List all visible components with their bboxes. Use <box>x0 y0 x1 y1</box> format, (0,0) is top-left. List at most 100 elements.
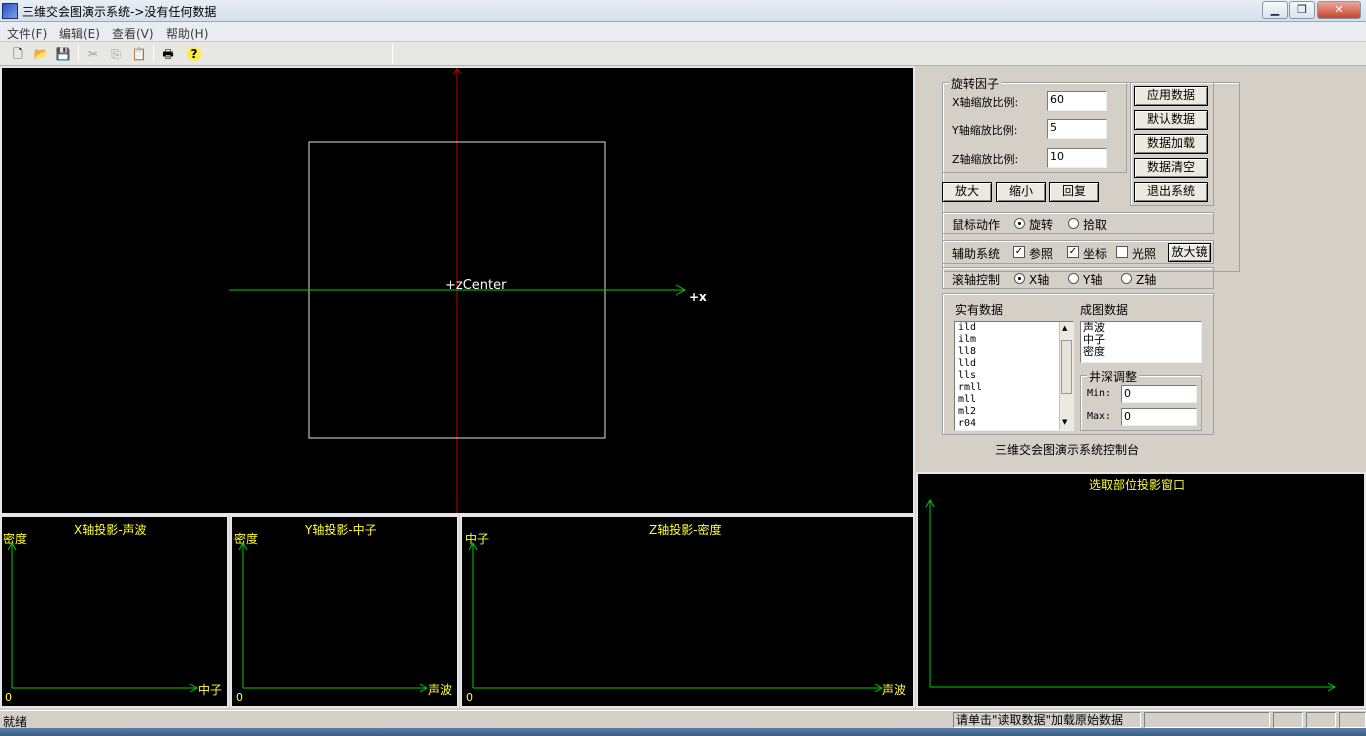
console-title: 三维交会图演示系统控制台 <box>995 443 1140 457</box>
apply-data-button[interactable]: 应用数据 <box>1134 86 1208 106</box>
copy-icon[interactable]: ⎘ <box>107 45 125 63</box>
scroll-y-label: Y轴 <box>1083 273 1103 287</box>
list-item[interactable]: mll <box>955 394 1073 406</box>
toolbar-separator <box>78 46 79 62</box>
reference-label: 参照 <box>1029 247 1054 261</box>
save-icon[interactable]: 💾 <box>54 45 72 63</box>
x-projection-axes <box>7 541 199 693</box>
max-label: Max: <box>1087 411 1112 422</box>
status-cell <box>1273 712 1303 728</box>
scroll-control-group: 滚轴控制 X轴 Y轴 Z轴 <box>942 267 1214 289</box>
list-item[interactable]: r04 <box>955 418 1073 430</box>
light-label: 光照 <box>1132 247 1157 261</box>
zoom-in-button[interactable]: 放大 <box>942 182 992 202</box>
default-data-button[interactable]: 默认数据 <box>1134 110 1208 130</box>
list-item[interactable]: rmll <box>955 382 1073 394</box>
list-item[interactable]: ll8 <box>955 346 1073 358</box>
menu-view[interactable]: 查看(V) <box>112 25 154 42</box>
y-projection-x-label: 声波 <box>428 683 453 697</box>
plot-data-list[interactable]: 声波 中子 密度 <box>1080 321 1202 363</box>
menu-help[interactable]: 帮助(H) <box>166 25 208 42</box>
scroll-up-icon[interactable]: ▲ <box>1062 325 1067 332</box>
coordinate-checkbox[interactable]: ✓ <box>1067 246 1079 258</box>
magnifier-button[interactable]: 放大镜 <box>1168 243 1211 262</box>
taskbar <box>0 728 1366 736</box>
toolbar-separator <box>392 44 393 64</box>
light-checkbox[interactable] <box>1116 246 1128 258</box>
close-button[interactable]: ✕ <box>1317 1 1361 19</box>
paste-icon[interactable]: 📋 <box>130 45 148 63</box>
scroll-z-label: Z轴 <box>1136 273 1157 287</box>
status-cell <box>1339 712 1366 728</box>
y-projection-origin: 0 <box>236 691 243 704</box>
toolbar-separator <box>153 46 154 62</box>
menu-file[interactable]: 文件(F) <box>7 25 47 42</box>
control-console: 旋转因子 X轴缩放比例: 60 Y轴缩放比例: 5 Z轴缩放比例: 10 应用数… <box>916 66 1366 472</box>
min-label: Min: <box>1087 388 1112 399</box>
y-projection-panel[interactable]: Y轴投影-中子 密度 声波 0 <box>230 515 459 708</box>
min-input[interactable]: 0 <box>1121 385 1197 403</box>
status-cell <box>1144 712 1270 728</box>
z-projection-axes <box>468 541 884 693</box>
window-title: 三维交会图演示系统->没有任何数据 <box>22 5 217 19</box>
x-projection-origin: 0 <box>5 691 12 704</box>
reset-button[interactable]: 回复 <box>1049 182 1099 202</box>
x-axis-label: +x <box>689 290 707 304</box>
z-projection-origin: 0 <box>466 691 473 704</box>
app-icon <box>2 3 18 19</box>
new-file-icon[interactable]: 🗋 <box>9 45 27 63</box>
rotate-label: 旋转 <box>1029 218 1054 232</box>
menu-edit[interactable]: 编辑(E) <box>59 25 100 42</box>
scroll-x-radio[interactable] <box>1014 273 1025 284</box>
toolbar: 🗋 📂 💾 ✂ ⎘ 📋 🖶 ? <box>0 42 1366 66</box>
rotation-group: 旋转因子 X轴缩放比例: 60 Y轴缩放比例: 5 Z轴缩放比例: 10 <box>942 75 1127 173</box>
print-icon[interactable]: 🖶 <box>159 45 177 63</box>
minimize-button[interactable]: ▁ <box>1262 1 1288 19</box>
load-data-button[interactable]: 数据加载 <box>1134 134 1208 154</box>
restore-button[interactable]: ❐ <box>1289 1 1315 19</box>
list-item[interactable]: ml2 <box>955 406 1073 418</box>
list-item[interactable]: lls <box>955 370 1073 382</box>
cut-icon[interactable]: ✂ <box>84 45 102 63</box>
z-scale-input[interactable]: 10 <box>1047 148 1107 168</box>
aux-system-group: 辅助系统 ✓ 参照 ✓ 坐标 光照 放大镜 <box>942 240 1214 264</box>
main-3d-view[interactable]: +zCenter +x <box>0 66 915 515</box>
rotation-group-title: 旋转因子 <box>949 75 1002 92</box>
exit-system-button[interactable]: 退出系统 <box>1134 182 1208 202</box>
max-input[interactable]: 0 <box>1121 408 1197 426</box>
pick-radio[interactable] <box>1068 218 1079 229</box>
z-projection-x-label: 声波 <box>882 683 907 697</box>
existing-list-scrollbar[interactable]: ▲ ▼ <box>1059 322 1073 430</box>
scroll-down-icon[interactable]: ▼ <box>1062 419 1067 426</box>
data-group: 实有数据 成图数据 ild ilm ll8 lld lls rmll mll m… <box>942 293 1214 435</box>
z-projection-panel[interactable]: Z轴投影-密度 中子 声波 0 <box>460 515 915 708</box>
list-item[interactable]: 密度 <box>1081 346 1201 358</box>
existing-data-label: 实有数据 <box>955 303 1004 317</box>
x-scale-label: X轴缩放比例: <box>952 96 1019 109</box>
status-hint: 请单击"读取数据"加载原始数据 <box>953 712 1141 728</box>
scroll-z-radio[interactable] <box>1121 273 1132 284</box>
plot-data-label: 成图数据 <box>1080 303 1129 317</box>
aux-system-label: 辅助系统 <box>952 247 1001 261</box>
zoom-out-button[interactable]: 缩小 <box>996 182 1046 202</box>
list-item[interactable]: ild <box>955 322 1073 334</box>
list-item[interactable]: lld <box>955 358 1073 370</box>
status-cell <box>1306 712 1336 728</box>
mouse-action-label: 鼠标动作 <box>952 218 1001 232</box>
scroll-control-label: 滚轴控制 <box>952 273 1001 287</box>
select-projection-window[interactable]: 选取部位投影窗口 <box>916 472 1366 708</box>
title-bar: 三维交会图演示系统->没有任何数据 ▁ ❐ ✕ <box>0 0 1366 22</box>
rotate-radio[interactable] <box>1014 218 1025 229</box>
reference-checkbox[interactable]: ✓ <box>1013 246 1025 258</box>
scroll-y-radio[interactable] <box>1068 273 1079 284</box>
x-projection-panel[interactable]: X轴投影-声波 密度 中子 0 <box>0 515 229 708</box>
x-scale-input[interactable]: 60 <box>1047 91 1107 111</box>
scroll-thumb[interactable] <box>1061 340 1072 394</box>
existing-data-list[interactable]: ild ilm ll8 lld lls rmll mll ml2 r04 ▲ ▼ <box>954 321 1074 431</box>
list-item[interactable]: ilm <box>955 334 1073 346</box>
clear-data-button[interactable]: 数据清空 <box>1134 158 1208 178</box>
open-folder-icon[interactable]: 📂 <box>32 45 50 63</box>
select-window-axes <box>925 498 1337 692</box>
help-icon[interactable]: ? <box>187 47 201 61</box>
y-scale-input[interactable]: 5 <box>1047 119 1107 139</box>
